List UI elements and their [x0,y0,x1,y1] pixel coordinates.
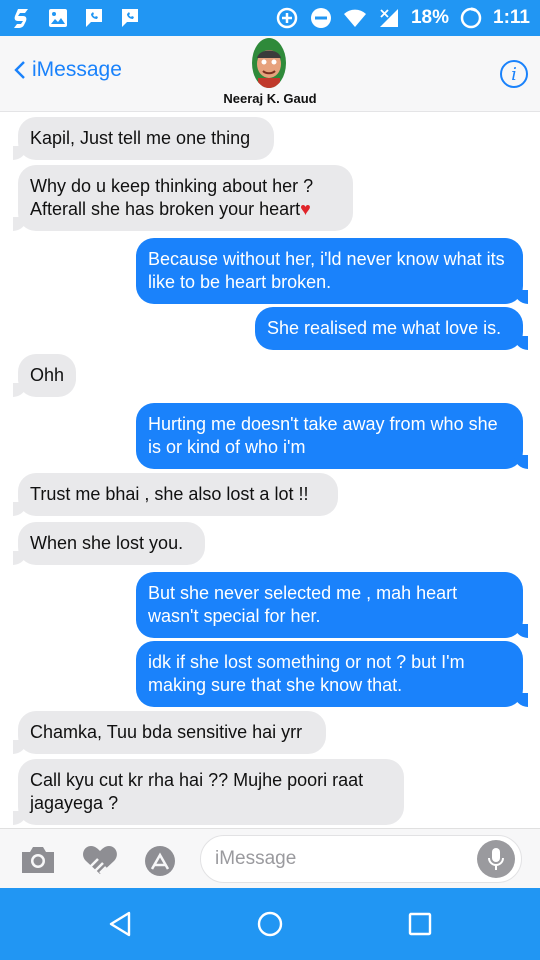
gallery-icon [46,6,70,30]
message-incoming[interactable]: When she lost you. [13,522,205,565]
data-saver-icon [275,6,299,30]
message-outgoing[interactable]: Because without her, i'ld never know wha… [136,238,528,304]
message-incoming[interactable]: Call kyu cut kr rha hai ?? Mujhe poori r… [13,759,404,825]
message-incoming[interactable]: Chamka, Tuu bda sensitive hai yrr [13,711,326,754]
heart-emoji: ♥ [300,199,311,219]
camera-icon [22,847,54,873]
signal-icon [377,6,401,30]
do-not-disturb-icon [309,6,333,30]
message-outgoing[interactable]: But she never selected me , mah heart wa… [136,572,528,638]
voice-chat-icon [82,6,106,30]
message-incoming[interactable]: Ohh [13,354,76,397]
digital-touch-button[interactable] [80,843,120,877]
message-incoming[interactable]: Trust me bhai , she also lost a lot !! [13,473,338,516]
conversation-header: iMessage Neeraj K. Gaud i [0,36,540,112]
compose-bar: iMessage [0,828,540,888]
battery-icon [459,6,483,30]
home-nav-button[interactable] [252,906,288,942]
message-outgoing[interactable]: Hurting me doesn't take away from who sh… [136,403,528,469]
back-nav-button[interactable] [102,906,138,942]
heart-icon [83,846,117,874]
message-list[interactable]: Kapil, Just tell me one thing Why do u k… [0,112,540,828]
voice-chat-icon [118,6,142,30]
microphone-icon [488,848,504,870]
circle-home-icon [257,911,283,937]
contact-name[interactable]: Neeraj K. Gaud [0,91,540,106]
navigation-bar [0,888,540,960]
clock: 1:11 [493,7,530,28]
triangle-back-icon [109,911,131,937]
s-app-icon [10,6,34,30]
message-outgoing[interactable]: She realised me what love is. [255,307,528,350]
back-label: iMessage [32,58,122,81]
info-button[interactable]: i [500,60,528,88]
message-outgoing[interactable]: idk if she lost something or not ? but I… [136,641,528,707]
battery-percent: 18% [410,7,450,28]
recents-nav-button[interactable] [402,906,438,942]
info-icon: i [511,63,517,85]
app-store-button[interactable] [140,843,180,877]
wifi-icon [343,6,367,30]
message-incoming[interactable]: Kapil, Just tell me one thing [13,117,274,160]
mic-button[interactable] [477,840,515,878]
message-input[interactable]: iMessage [200,835,522,883]
back-button[interactable]: iMessage [12,58,122,82]
contact-avatar[interactable] [252,38,286,88]
square-recents-icon [408,912,432,936]
message-incoming[interactable]: Why do u keep thinking about her ? After… [13,165,353,231]
camera-button[interactable] [18,843,58,877]
message-input-placeholder: iMessage [215,848,297,869]
status-bar: 18% 1:11 [0,0,540,36]
chevron-left-icon [14,61,25,79]
app-store-icon [145,846,175,876]
